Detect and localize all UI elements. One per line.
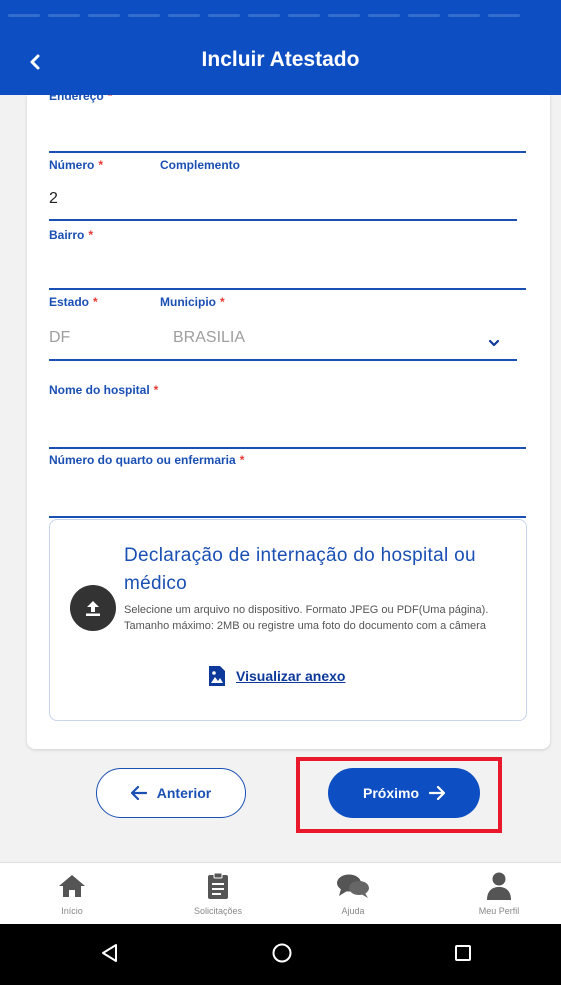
estado-label: Estado *	[49, 295, 98, 309]
header-decoration	[0, 14, 561, 20]
home-icon	[59, 875, 85, 897]
user-icon	[487, 872, 511, 900]
hospital-label: Nome do hospital *	[49, 383, 159, 397]
nav-item-solicitacoes[interactable]: Solicitações	[168, 871, 268, 916]
back-triangle-icon[interactable]	[98, 941, 122, 965]
numero-field[interactable]: 2	[49, 190, 58, 208]
upload-button[interactable]	[70, 585, 116, 631]
numero-underline	[49, 219, 517, 221]
nav-label-ajuda: Ajuda	[341, 906, 365, 916]
complemento-label: Complemento	[160, 158, 241, 172]
nav-label-inicio: Início	[61, 906, 83, 916]
municipio-select[interactable]: BRASILIA	[173, 329, 245, 347]
arrow-left-icon	[130, 786, 147, 800]
recents-square-icon[interactable]	[451, 941, 475, 965]
numero-label: Número *	[49, 158, 104, 172]
estado-underline	[49, 359, 517, 361]
page-title: Incluir Atestado	[201, 48, 360, 71]
clipboard-icon	[208, 872, 228, 899]
system-nav-bar	[0, 924, 561, 985]
hospital-underline	[49, 447, 526, 449]
endereco-field[interactable]	[49, 107, 526, 151]
municipio-label: Municipio *	[160, 295, 225, 309]
bairro-label: Bairro *	[49, 228, 94, 242]
chat-icon	[337, 874, 369, 898]
image-file-icon	[209, 666, 225, 686]
bairro-underline	[49, 288, 526, 290]
quarto-field[interactable]	[49, 471, 526, 515]
nav-label-solicitacoes: Solicitações	[193, 906, 243, 916]
previous-button[interactable]: Anterior	[96, 768, 246, 818]
upload-icon	[86, 601, 100, 616]
nav-item-meu-perfil[interactable]: Meu Perfil	[449, 871, 549, 916]
estado-field[interactable]: DF	[49, 329, 70, 347]
view-attachment-label: Visualizar anexo	[236, 668, 346, 684]
upload-title: Declaração de internação do hospital ou …	[124, 545, 476, 594]
quarto-underline	[49, 516, 526, 518]
nav-item-inicio[interactable]: Início	[22, 871, 122, 916]
bottom-nav: Início Solicitações Ajuda Meu Perfil	[0, 862, 561, 924]
app-header: Incluir Atestado	[0, 0, 561, 95]
endereco-underline	[49, 151, 526, 153]
nav-label-meu-perfil: Meu Perfil	[478, 906, 520, 916]
hospital-field[interactable]	[49, 401, 526, 447]
endereco-label: Endereço *	[49, 95, 113, 103]
bairro-field[interactable]	[49, 245, 526, 287]
previous-label: Anterior	[156, 785, 212, 801]
nav-item-ajuda[interactable]: Ajuda	[303, 871, 403, 916]
view-attachment-link[interactable]: Visualizar anexo	[208, 665, 345, 687]
upload-description: Selecione um arquivo no dispositivo. For…	[124, 604, 489, 632]
highlight-box	[296, 757, 502, 833]
form-card: Endereço * Número * Complemento 2 Bairro * …	[27, 95, 550, 749]
chevron-down-icon[interactable]	[487, 336, 501, 350]
quarto-label: Número do quarto ou enfermaria *	[49, 453, 245, 467]
upload-box: Declaração de internação do hospital ou …	[49, 519, 527, 721]
complemento-field[interactable]	[160, 177, 517, 217]
home-circle-icon[interactable]	[270, 941, 294, 965]
